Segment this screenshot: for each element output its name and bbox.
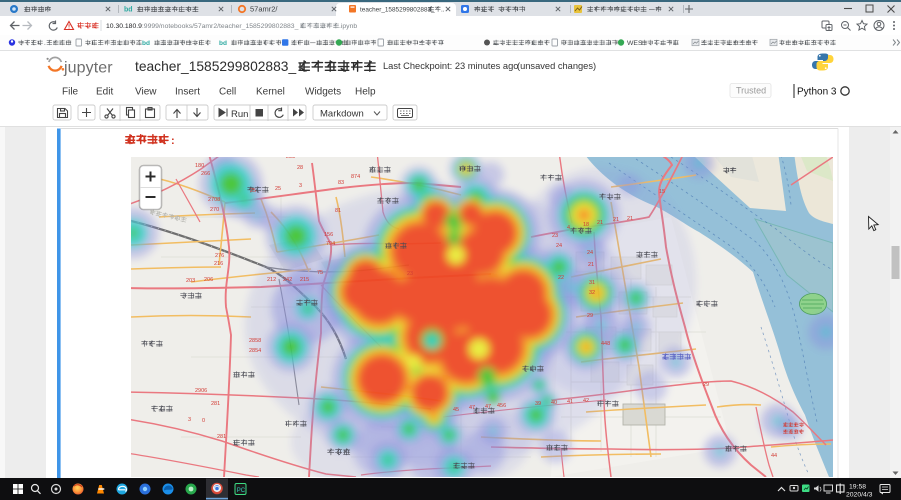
svg-text:Cell: Cell [219,87,236,98]
svg-text:3: 3 [188,417,191,423]
svg-text:22: 22 [558,275,564,281]
svg-text:180: 180 [195,163,204,169]
svg-text:31: 31 [589,280,595,286]
svg-text::: : [171,135,175,147]
svg-text:4: 4 [567,225,570,231]
svg-text:Insert: Insert [175,87,200,98]
svg-text:2858: 2858 [249,338,261,344]
svg-text:teacher_1585299802883_: teacher_1585299802883_ [135,59,296,74]
svg-text:448: 448 [601,341,610,347]
svg-text:teacher_1585299802883_: teacher_1585299802883_ [360,7,435,14]
svg-text:24: 24 [587,250,593,256]
svg-text:2020/4/3: 2020/4/3 [846,492,873,499]
svg-text:216: 216 [214,261,223,267]
svg-text:32: 32 [589,290,595,296]
svg-text:45: 45 [453,407,459,413]
svg-text:206: 206 [204,277,213,283]
svg-text:Kernel: Kernel [256,87,285,98]
svg-text:794: 794 [326,241,335,247]
svg-text:42: 42 [583,398,589,404]
svg-text:23: 23 [407,271,413,277]
svg-text:View: View [135,87,157,98]
svg-text:..: .. [441,7,445,14]
svg-text:270: 270 [210,207,219,213]
svg-text:215: 215 [300,277,309,283]
svg-text:40: 40 [551,400,557,406]
svg-text:File: File [62,87,79,98]
svg-text:81: 81 [335,208,341,214]
svg-text:874: 874 [351,174,360,180]
svg-text:23: 23 [552,233,558,239]
svg-text:24: 24 [556,243,562,249]
svg-text:15: 15 [659,189,665,195]
svg-text:281: 281 [217,434,226,440]
svg-text:29: 29 [703,382,709,388]
svg-text:PC: PC [237,488,246,494]
svg-text:266: 266 [201,171,210,177]
svg-text:21: 21 [627,216,633,222]
svg-text:44: 44 [771,453,777,459]
svg-text:28: 28 [297,165,303,171]
svg-text:83: 83 [338,180,344,186]
svg-text:3: 3 [299,183,302,189]
svg-text:bd: bd [142,40,150,47]
svg-text:Edit: Edit [96,87,113,98]
svg-text:18: 18 [583,222,589,228]
svg-text:21: 21 [597,220,603,226]
svg-text:jupyter: jupyter [63,60,113,77]
svg-text:Trusted: Trusted [736,86,766,96]
svg-text:2708: 2708 [208,197,220,203]
svg-text:281: 281 [211,401,220,407]
svg-text:Help: Help [355,87,376,98]
svg-text:41: 41 [567,399,573,405]
svg-text:2906: 2906 [195,388,207,394]
svg-text:276: 276 [215,253,224,259]
svg-text:0: 0 [202,418,205,424]
svg-text:2854: 2854 [249,348,261,354]
svg-text:47: 47 [485,404,491,410]
svg-text:Last Checkpoint: 23 minutes ag: Last Checkpoint: 23 minutes ago [383,61,518,71]
svg-text:25: 25 [250,188,256,194]
svg-text:47: 47 [469,405,475,411]
svg-text:.ipynb: .ipynb [339,23,357,30]
svg-text:156: 156 [324,232,333,238]
svg-text:242: 242 [283,277,292,283]
svg-text:212: 212 [267,277,276,283]
svg-text:Widgets: Widgets [305,87,341,98]
svg-text:Python 3: Python 3 [797,87,837,98]
svg-text:WES: WES [627,40,643,47]
svg-text:(unsaved changes): (unsaved changes) [517,61,596,71]
svg-text:bd: bd [124,7,133,14]
svg-text:39: 39 [535,401,541,407]
svg-text:456: 456 [497,403,506,409]
svg-text:203: 203 [186,278,195,284]
svg-text:bd: bd [219,40,227,47]
svg-text:21: 21 [588,262,594,268]
svg-text:21: 21 [613,217,619,223]
svg-text:75: 75 [317,270,323,276]
svg-text:10.30.180.9:9999/notebooks/57a: 10.30.180.9:9999/notebooks/57amr2/teache… [106,23,299,30]
svg-text:Run: Run [231,109,248,120]
svg-text:19:58: 19:58 [849,484,866,491]
svg-text:29: 29 [587,313,593,319]
svg-text:Markdown: Markdown [320,109,364,120]
svg-text:57amr2/: 57amr2/ [250,5,278,14]
svg-text:25: 25 [275,186,281,192]
